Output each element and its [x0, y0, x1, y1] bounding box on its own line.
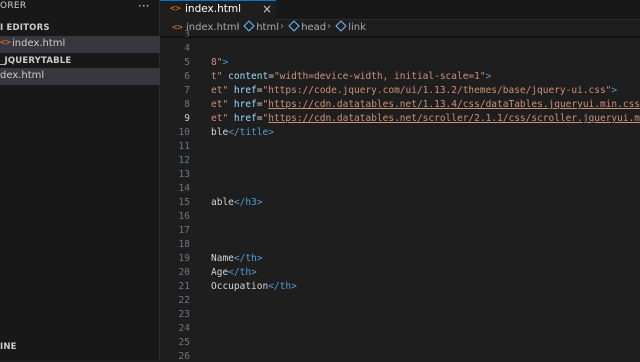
- code-token: </th>: [228, 267, 257, 278]
- code-line[interactable]: et" href="https://cdn.datatables.net/1.1…: [211, 99, 640, 110]
- explorer-title: ORER: [0, 1, 27, 11]
- code-editor[interactable]: 3 4 5 8"> 6 t" content="width=device-width, i…: [160, 29, 640, 362]
- tab-label: index.html: [185, 3, 241, 15]
- code-line[interactable]: able</h3>: [211, 197, 263, 208]
- line-number: 17: [178, 225, 190, 236]
- breadcrumb-html[interactable]: html: [243, 20, 279, 33]
- explorer-sidebar: ORER ··· I EDITORS <> index.html _JQUERY…: [0, 0, 160, 360]
- more-actions-icon[interactable]: ···: [138, 0, 149, 13]
- breadcrumb-head[interactable]: head: [288, 20, 327, 33]
- code-token: 8": [211, 57, 223, 68]
- open-editor-index-html[interactable]: <> index.html: [0, 36, 160, 53]
- element-icon: [288, 20, 300, 32]
- line-number: 5: [184, 57, 190, 68]
- code-token: Occupation: [211, 281, 269, 292]
- code-line[interactable]: et" href="https://cdn.datatables.net/scr…: [211, 113, 640, 124]
- outline-header[interactable]: INE: [0, 342, 17, 352]
- line-number: 25: [178, 337, 190, 348]
- html-file-icon: <>: [0, 38, 11, 48]
- breadcrumb-link[interactable]: link: [335, 20, 366, 33]
- breadcrumb-link-label: link: [348, 22, 366, 33]
- line-number: 23: [178, 309, 190, 320]
- line-number: 8: [184, 99, 190, 110]
- close-icon[interactable]: ×: [262, 2, 272, 16]
- code-token: Age: [211, 267, 229, 278]
- code-line[interactable]: et" href="https://code.jquery.com/ui/1.1…: [211, 85, 617, 96]
- code-token: </title>: [228, 127, 274, 138]
- line-number: 16: [178, 211, 190, 222]
- code-token: </th>: [268, 281, 297, 292]
- line-number: 19: [178, 253, 190, 264]
- code-line[interactable]: Name</th>: [211, 253, 263, 264]
- breadcrumb-separator-icon: ›: [327, 21, 331, 32]
- line-number: 14: [178, 183, 190, 194]
- breadcrumb-file-label: index.html: [186, 22, 240, 33]
- code-token: </th>: [233, 253, 263, 264]
- code-line[interactable]: 8">: [211, 57, 228, 68]
- tab-bar: <> index.html ×: [160, 0, 640, 20]
- line-number: 10: [178, 127, 190, 138]
- element-icon: [335, 20, 347, 32]
- code-token: "https://code.jquery.com/ui/1.13.2/theme…: [262, 85, 612, 96]
- line-number: 9: [184, 113, 190, 124]
- element-icon: [243, 20, 255, 32]
- code-token: content: [222, 71, 269, 82]
- code-token: t": [211, 71, 223, 82]
- code-token: "width=device-width, initial-scale=1": [273, 71, 486, 82]
- line-number: 12: [178, 155, 190, 166]
- code-token: href: [228, 113, 257, 124]
- line-number: 26: [178, 351, 190, 362]
- line-number: 7: [184, 85, 190, 96]
- code-line[interactable]: ble</title>: [211, 127, 274, 138]
- line-number: 21: [178, 281, 190, 292]
- code-token: https://cdn.datatables.net/scroller/2.1.…: [268, 113, 640, 124]
- code-token: >: [485, 71, 492, 82]
- line-number: 24: [178, 323, 190, 334]
- code-line[interactable]: Age</th>: [211, 267, 257, 278]
- code-line[interactable]: Occupation</th>: [211, 281, 297, 292]
- explorer-header: ORER ···: [0, 0, 160, 16]
- breadcrumb-html-label: html: [256, 22, 279, 33]
- line-number: 13: [178, 169, 190, 180]
- open-editors-header[interactable]: I EDITORS: [0, 23, 50, 33]
- line-number: 11: [178, 141, 190, 152]
- code-token: ble: [211, 127, 229, 138]
- tab-index-html[interactable]: <> index.html ×: [160, 0, 276, 20]
- code-token: href: [228, 99, 257, 110]
- code-line[interactable]: t" content="width=device-width, initial-…: [211, 71, 491, 82]
- code-token: https://cdn.datatables.net/1.13.4/css/da…: [268, 99, 640, 110]
- line-number: 22: [178, 295, 190, 306]
- code-token: et": [211, 99, 229, 110]
- line-number: 4: [184, 43, 190, 54]
- file-item-index-html[interactable]: dex.html: [0, 68, 160, 85]
- open-editor-label: index.html: [12, 38, 66, 49]
- code-token: et": [211, 113, 229, 124]
- file-item-label: dex.html: [0, 70, 45, 81]
- breadcrumb-separator-icon: ›: [280, 21, 284, 32]
- code-token: >: [611, 85, 618, 96]
- code-token: able: [211, 197, 234, 208]
- scroll-shadow: [160, 36, 640, 39]
- html-file-icon: <>: [170, 4, 181, 14]
- line-number: 6: [184, 71, 190, 82]
- line-number: 18: [178, 239, 190, 250]
- code-token: </h3>: [233, 197, 263, 208]
- folder-header[interactable]: _JQUERYTABLE: [0, 56, 71, 66]
- code-token: >: [222, 57, 229, 68]
- breadcrumb-head-label: head: [301, 22, 327, 33]
- line-number: 15: [178, 197, 190, 208]
- breadcrumb-separator-icon: ›: [236, 21, 240, 32]
- code-token: Name: [211, 253, 234, 264]
- line-number: 20: [178, 267, 190, 278]
- code-token: href: [228, 85, 257, 96]
- breadcrumb: <> index.html › html › head › link: [160, 20, 640, 36]
- code-token: et": [211, 85, 229, 96]
